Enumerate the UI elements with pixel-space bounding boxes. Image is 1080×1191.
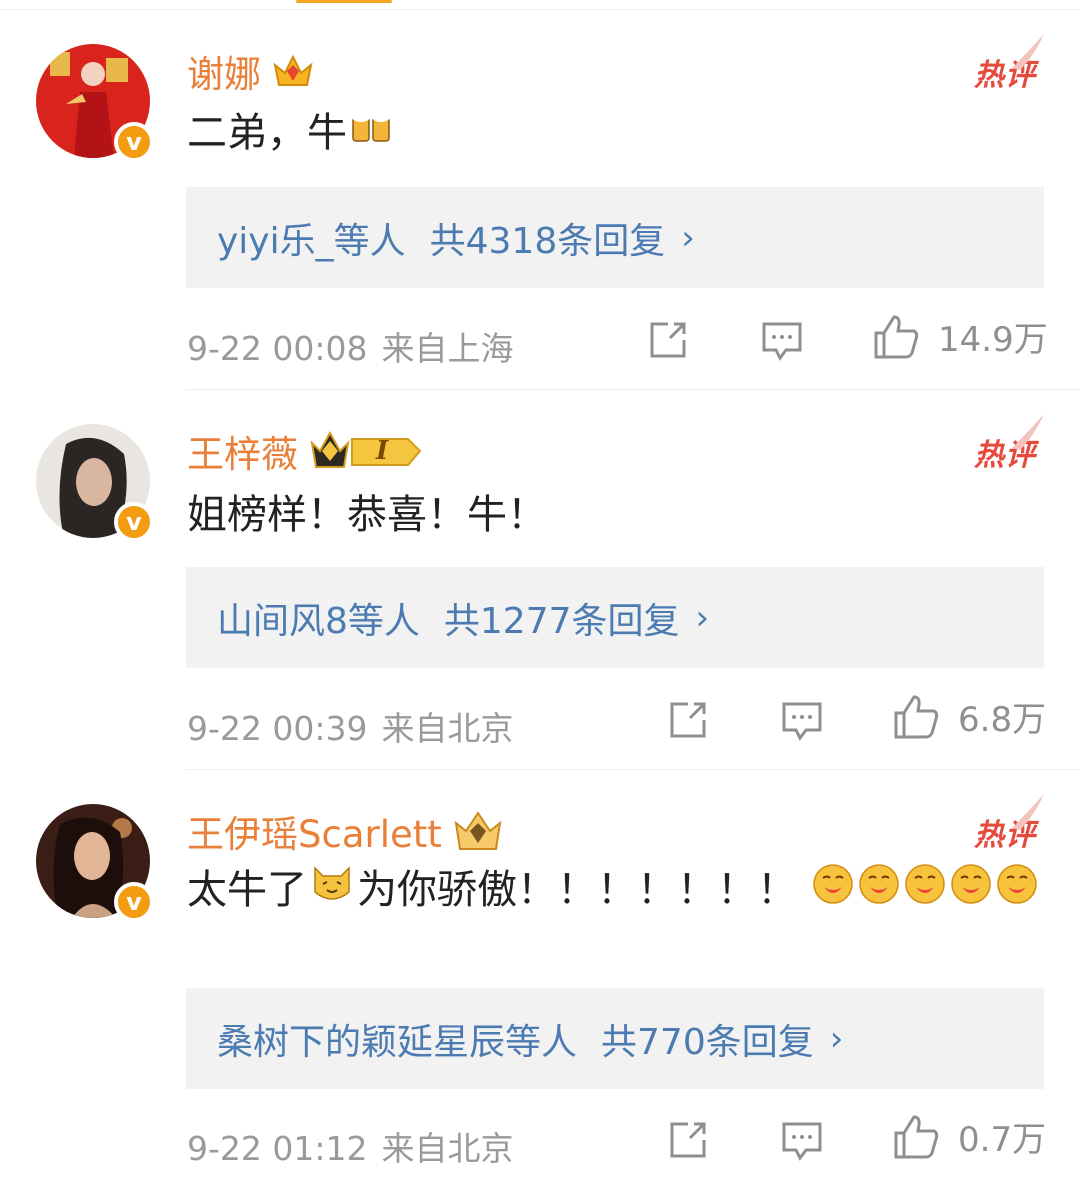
- divider: [186, 389, 1080, 390]
- like-button[interactable]: 0.7万: [892, 1112, 1046, 1161]
- hot-comment-badge: 热评: [974, 794, 1044, 854]
- cat-emoji-icon: [309, 862, 355, 923]
- hot-wing-icon: [1012, 414, 1044, 450]
- share-icon: [650, 322, 686, 358]
- share-icon: [670, 1122, 706, 1158]
- top-divider: [0, 9, 1080, 10]
- cheers-beer-emoji-icon: [349, 105, 393, 165]
- author-name[interactable]: 谢娜: [187, 44, 315, 98]
- chevron-right-icon: ›: [681, 217, 695, 258]
- share-button[interactable]: [646, 318, 690, 362]
- thumbs-up-icon: [874, 314, 919, 358]
- author-name[interactable]: 王伊瑶Scarlett: [187, 804, 504, 858]
- replies-users: 桑树下的颖延星辰等人: [217, 1021, 578, 1063]
- thumbs-up-icon: [894, 1114, 939, 1158]
- hot-comment-badge: 热评: [974, 34, 1044, 94]
- like-button[interactable]: 6.8万: [892, 692, 1046, 741]
- share-button[interactable]: [666, 698, 710, 742]
- thumbs-up-icon: [894, 694, 939, 738]
- hot-comment-badge: 热评: [974, 414, 1044, 474]
- hug-heart-emoji-icon: [904, 862, 946, 922]
- replies-summary[interactable]: yiyi乐_等人 共4318条回复 ›: [186, 187, 1044, 288]
- comment-location: 来自北京: [381, 1129, 514, 1168]
- avatar[interactable]: v: [36, 424, 154, 542]
- verified-badge-icon: v: [114, 882, 154, 922]
- vip-crown-level-badge-icon: I: [308, 429, 424, 473]
- avatar[interactable]: v: [36, 44, 154, 162]
- divider: [186, 769, 1080, 770]
- replies-count: 共770条回复: [601, 1021, 814, 1063]
- hug-heart-emoji-icon: [950, 862, 992, 922]
- comment-button[interactable]: [760, 318, 804, 362]
- hug-heart-emoji-icon: [996, 862, 1038, 922]
- replies-users: 山间风8等人: [217, 600, 420, 642]
- comment-text: 太牛了 为你骄傲！！！！！！！: [187, 860, 1044, 923]
- share-icon: [670, 702, 706, 738]
- hug-heart-emoji-icon: [812, 862, 854, 922]
- comment-meta: 9-22 00:39 来自北京: [187, 702, 514, 750]
- comment-time: 9-22 00:08: [187, 329, 368, 368]
- chevron-right-icon: ›: [829, 1018, 844, 1059]
- comment-location: 来自上海: [381, 329, 514, 368]
- comment-meta: 9-22 00:08 来自上海: [187, 322, 514, 370]
- replies-count: 共1277条回复: [443, 600, 680, 642]
- replies-users: yiyi乐_等人: [217, 220, 406, 262]
- comment-location: 来自北京: [381, 709, 514, 748]
- replies-summary[interactable]: 山间风8等人 共1277条回复 ›: [186, 567, 1044, 668]
- comment-button[interactable]: [780, 698, 824, 742]
- comment-button[interactable]: [780, 1118, 824, 1162]
- level-badge-text: I: [376, 436, 389, 466]
- comment-text: 二弟，牛: [187, 104, 1044, 165]
- hot-wing-icon: [1012, 794, 1044, 830]
- comment-icon: [782, 1122, 822, 1161]
- avatar[interactable]: v: [36, 804, 154, 922]
- vip-crown-icon: [271, 51, 315, 91]
- comment-text: 姐榜样！恭喜！牛！: [187, 492, 547, 538]
- comment-icon: [782, 702, 822, 741]
- comment-time: 9-22 00:39: [187, 709, 368, 748]
- author-name[interactable]: 王梓薇 I: [187, 424, 424, 478]
- verified-badge-icon: v: [114, 502, 154, 542]
- comment-icon: [762, 322, 802, 361]
- like-count: 6.8万: [958, 700, 1047, 740]
- replies-summary[interactable]: 桑树下的颖延星辰等人 共770条回复 ›: [186, 988, 1044, 1089]
- vip-crown-icon: [452, 809, 504, 853]
- replies-count: 共4318条回复: [429, 220, 666, 262]
- chevron-right-icon: ›: [695, 597, 710, 638]
- like-button[interactable]: 14.9万: [872, 312, 1048, 361]
- hot-wing-icon: [1012, 34, 1044, 70]
- comment-meta: 9-22 01:12 来自北京: [187, 1122, 514, 1170]
- like-count: 14.9万: [938, 320, 1048, 360]
- comment-time: 9-22 01:12: [187, 1129, 368, 1168]
- verified-badge-icon: v: [114, 122, 154, 162]
- hug-heart-emoji-icon: [858, 862, 900, 922]
- active-tab-indicator: [296, 0, 392, 3]
- top-tab-bar: [0, 0, 1080, 10]
- share-button[interactable]: [666, 1118, 710, 1162]
- like-count: 0.7万: [958, 1120, 1047, 1160]
